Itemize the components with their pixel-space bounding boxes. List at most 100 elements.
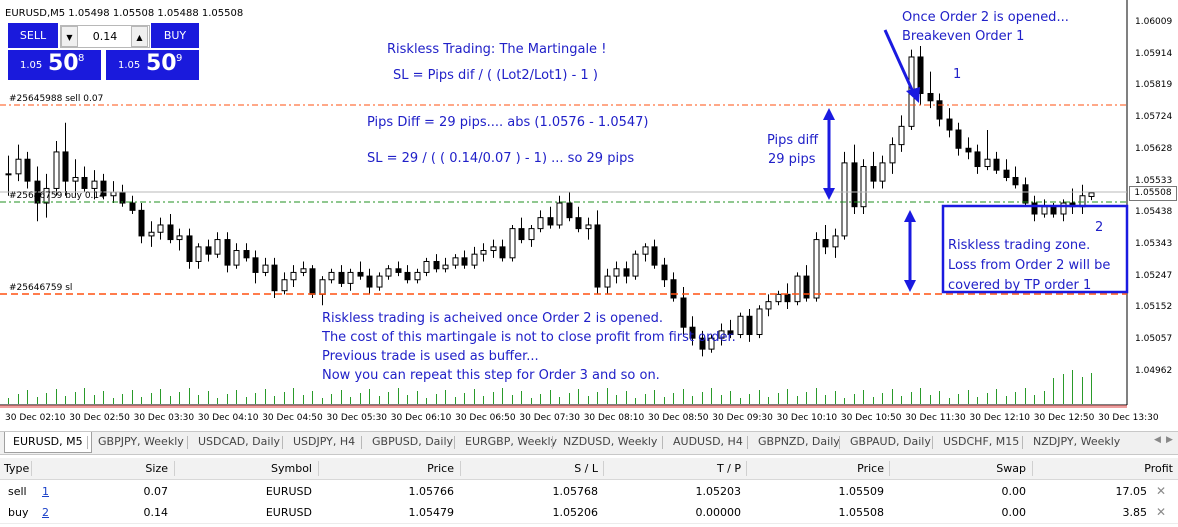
candle-body xyxy=(984,158,991,168)
tab-separator xyxy=(361,436,362,449)
header-type[interactable]: Type xyxy=(4,458,29,479)
annotation-pips-label-2: 29 pips xyxy=(768,152,816,167)
time-axis-label: 30 Dec 10:10 xyxy=(776,413,838,423)
buy-price-point: 9 xyxy=(176,53,183,64)
candle-body xyxy=(813,239,820,299)
candle-body xyxy=(110,191,117,197)
buy-price[interactable]: 1.05 50 9 xyxy=(106,50,199,80)
sl-order-label[interactable]: #25646759 sl xyxy=(9,283,72,293)
buy-price-pips: 50 xyxy=(146,51,177,76)
candle-body xyxy=(860,166,867,208)
candle-body xyxy=(452,257,459,266)
sell-price-point: 8 xyxy=(78,53,85,64)
candle-body xyxy=(537,217,544,230)
time-axis-label: 30 Dec 04:50 xyxy=(262,413,323,423)
lot-increase-button[interactable]: ▲ xyxy=(131,26,148,47)
chart-tab[interactable]: GBPNZD, Daily xyxy=(750,432,848,452)
sell-order-label[interactable]: #25645988 sell 0.07 xyxy=(9,94,103,104)
close-trade-icon[interactable]: ✕ xyxy=(1156,481,1166,502)
column-divider xyxy=(31,461,32,476)
chart-tab[interactable]: EURGBP, Weekly xyxy=(457,432,565,452)
candle-body xyxy=(499,246,506,259)
candle-body xyxy=(680,297,687,328)
column-divider xyxy=(460,461,461,476)
chart-tab[interactable]: AUDUSD, H4 xyxy=(665,432,751,452)
time-axis-label: 30 Dec 06:50 xyxy=(455,413,516,423)
trade-open-price: 1.05479 xyxy=(408,506,455,519)
chart-tab[interactable]: GBPJPY, Weekly xyxy=(90,432,192,452)
candle-body xyxy=(851,162,858,208)
trade-order-link[interactable]: 2 xyxy=(42,502,49,523)
header-profit[interactable]: Profit xyxy=(1100,458,1173,479)
tab-separator xyxy=(932,436,933,449)
tab-scroll-right-icon[interactable]: ▶ xyxy=(1166,435,1173,445)
chart-tab[interactable]: NZDUSD, Weekly xyxy=(555,432,665,452)
header-price[interactable]: Price xyxy=(380,458,454,479)
candle-body xyxy=(737,315,744,336)
sell-button[interactable]: SELL xyxy=(8,23,58,48)
trade-row[interactable]: sell 1 0.07 EURUSD 1.05766 1.05768 1.052… xyxy=(0,481,1178,502)
candle-body xyxy=(490,246,497,252)
time-axis-label: 30 Dec 12:50 xyxy=(1033,413,1095,423)
candle-body xyxy=(547,217,554,226)
column-divider xyxy=(1032,461,1033,476)
candle-body xyxy=(471,253,478,266)
chart-area[interactable]: EURUSD,M5 1.05498 1.05508 1.05488 1.0550… xyxy=(0,0,1178,430)
header-tp[interactable]: T / P xyxy=(665,458,741,479)
candle-body xyxy=(528,228,535,241)
candle-body xyxy=(822,239,829,248)
chart-tab[interactable]: USDCAD, Daily xyxy=(190,432,288,452)
chart-tab[interactable]: USDJPY, H4 xyxy=(285,432,363,452)
lot-decrease-button[interactable]: ▼ xyxy=(61,26,78,47)
trade-swap: 0.00 xyxy=(1001,485,1027,498)
candle-body xyxy=(585,224,592,230)
sell-price-pips: 50 xyxy=(48,51,79,76)
buy-order-label[interactable]: #25646759 buy 0.14 xyxy=(9,191,105,201)
trade-row[interactable]: buy 2 0.14 EURUSD 1.05479 1.05206 0.0000… xyxy=(0,502,1178,524)
chart-tab[interactable]: NZDJPY, Weekly xyxy=(1025,432,1128,452)
time-axis-label: 30 Dec 02:10 xyxy=(5,413,66,423)
lot-size-input[interactable] xyxy=(79,26,131,47)
candle-body xyxy=(233,250,240,266)
candle-body xyxy=(81,176,88,189)
chart-tab[interactable]: GBPUSD, Daily xyxy=(364,432,461,452)
candle-body xyxy=(965,147,972,153)
candle-body xyxy=(205,246,212,255)
candle-body xyxy=(1060,202,1067,215)
trade-tp: 0.00000 xyxy=(695,506,742,519)
arrow-pips-diff xyxy=(823,108,835,200)
tab-separator xyxy=(552,436,553,449)
candle-body xyxy=(480,250,487,255)
candle-body xyxy=(993,158,1000,171)
trade-profit: 3.85 xyxy=(1122,506,1148,519)
candle-body xyxy=(870,166,877,182)
candle-body xyxy=(309,268,316,295)
candle-body xyxy=(328,271,335,281)
close-trade-icon[interactable]: ✕ xyxy=(1156,502,1166,523)
price-axis-label: 1.05628 xyxy=(1135,143,1173,154)
sell-price[interactable]: 1.05 50 8 xyxy=(8,50,101,80)
chart-tab[interactable]: USDCHF, M15 xyxy=(935,432,1027,452)
candle-body xyxy=(889,144,896,164)
header-sl[interactable]: S / L xyxy=(520,458,598,479)
annotation-order2-opened: Once Order 2 is opened... xyxy=(902,10,1069,25)
candle-body xyxy=(661,264,668,281)
chart-tab[interactable]: EURUSD, M5 xyxy=(4,432,92,453)
chart-tab[interactable]: GBPAUD, Daily xyxy=(842,432,939,452)
candle-body xyxy=(1003,169,1010,178)
candle-body xyxy=(53,151,60,189)
candle-body xyxy=(879,162,886,182)
trade-order-link[interactable]: 1 xyxy=(42,481,49,502)
header-swap[interactable]: Swap xyxy=(950,458,1026,479)
annotation-breakeven: Breakeven Order 1 xyxy=(902,29,1025,44)
candle-body xyxy=(176,235,183,241)
candle-body xyxy=(632,253,639,277)
tab-scroll-left-icon[interactable]: ◀ xyxy=(1154,435,1161,445)
header-size[interactable]: Size xyxy=(100,458,168,479)
time-axis-label: 30 Dec 04:10 xyxy=(197,413,259,423)
header-symbol[interactable]: Symbol xyxy=(240,458,312,479)
zone-line-2: Loss from Order 2 will be xyxy=(948,258,1111,273)
candle-body xyxy=(243,250,250,259)
header-current-price[interactable]: Price xyxy=(810,458,884,479)
buy-button[interactable]: BUY xyxy=(151,23,199,48)
